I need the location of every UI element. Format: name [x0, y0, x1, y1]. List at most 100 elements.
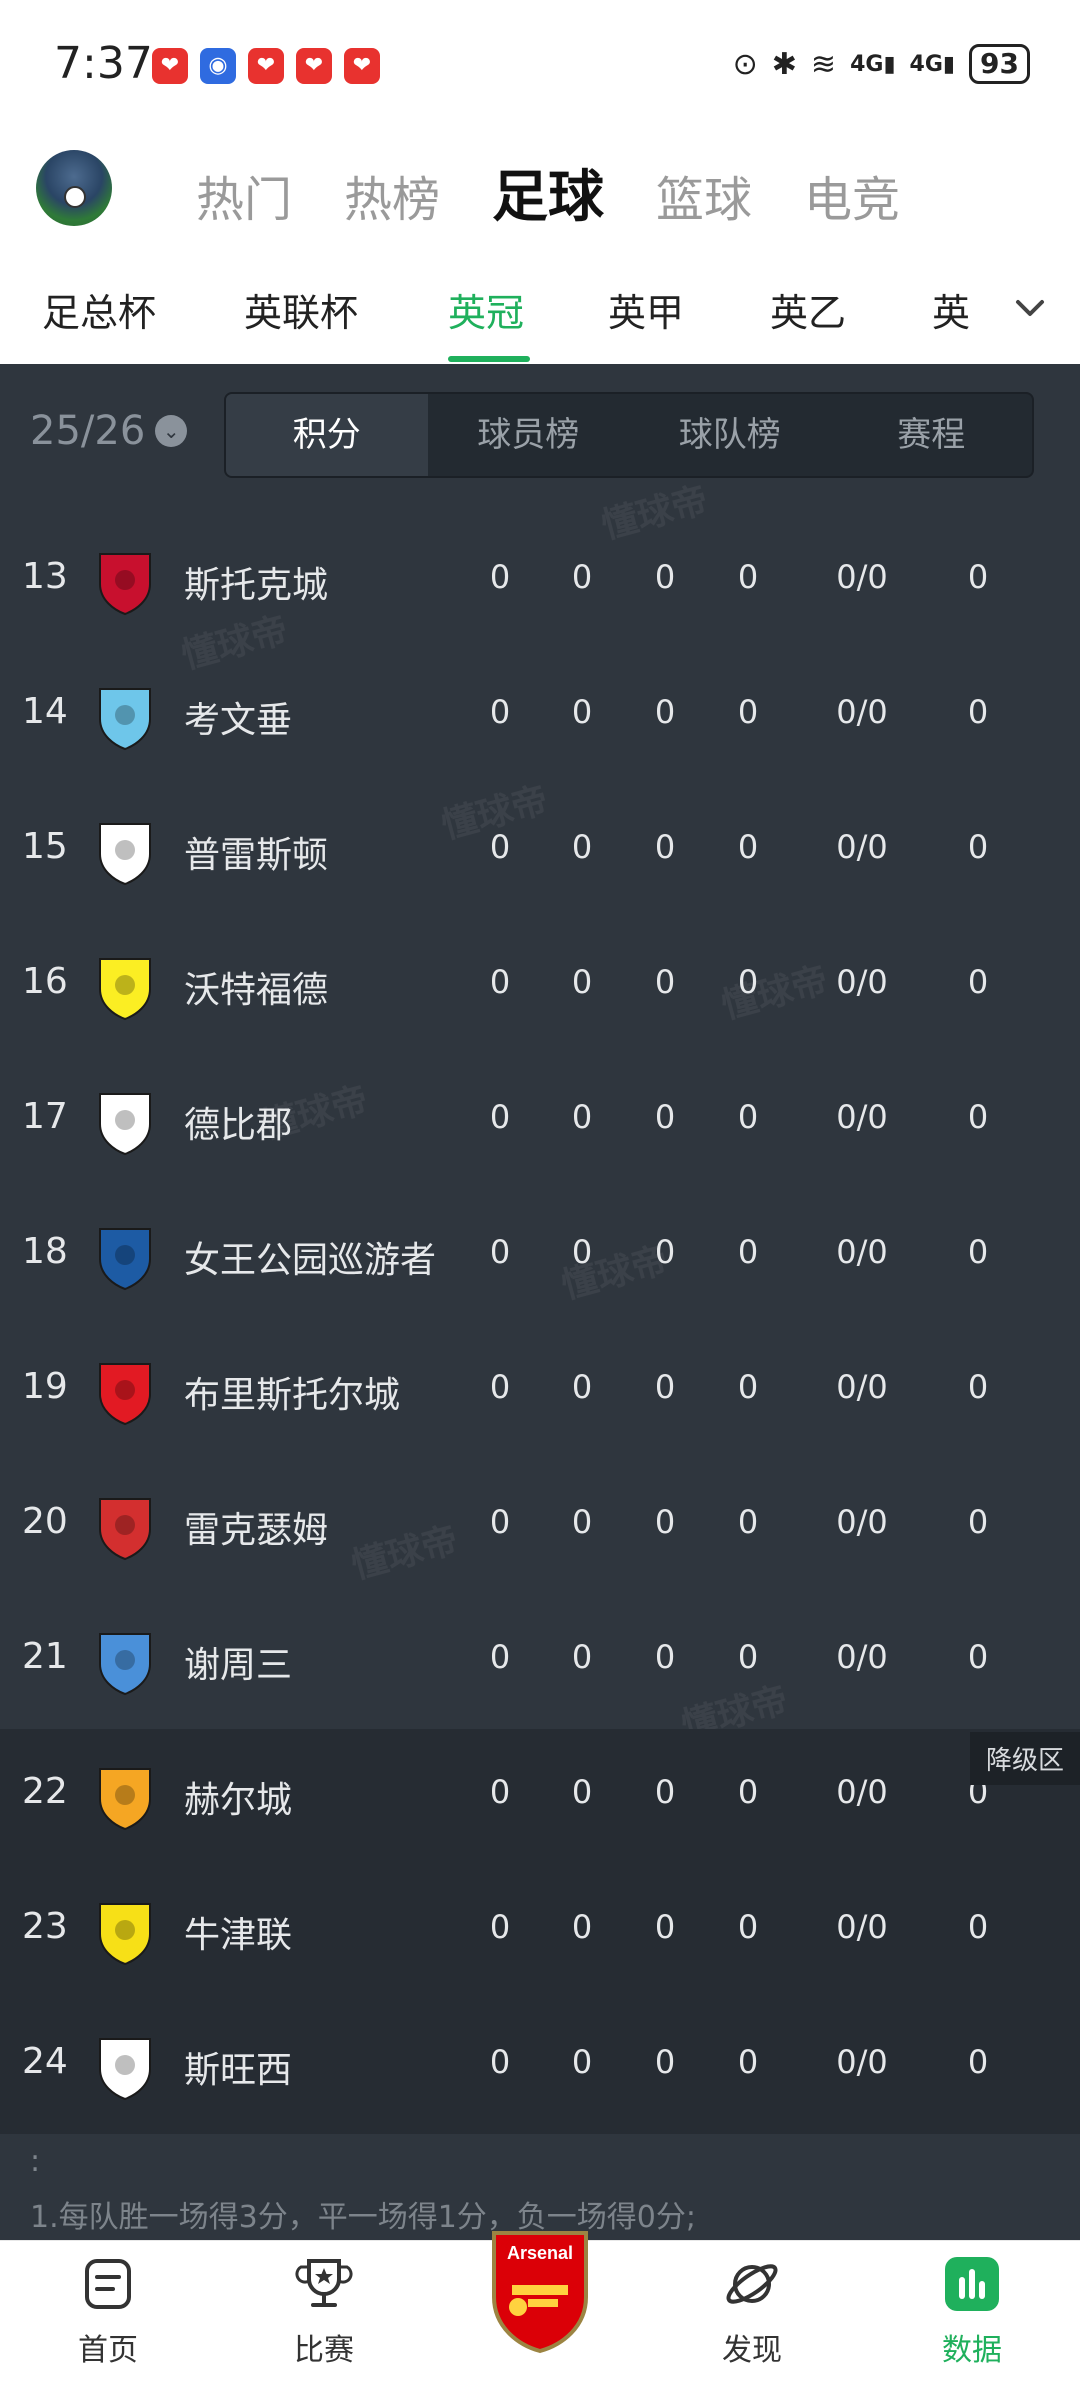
app-notification-icon: ❤	[344, 48, 380, 84]
table-row[interactable]: 17 德比郡 0 0 0 0 0/0 0	[0, 1054, 1080, 1189]
stat-pts: 0	[967, 2043, 989, 2081]
segment-team-rank[interactable]: 球队榜	[629, 394, 831, 476]
team-crest-icon	[99, 1633, 151, 1696]
table-row[interactable]: 22 赫尔城 0 0 0 0 0/0 0	[0, 1729, 1080, 1864]
stat-p: 0	[489, 963, 511, 1001]
stat-goals: 0/0	[836, 1098, 888, 1136]
rank-number: 19	[22, 1366, 68, 1407]
team-crest-icon	[99, 553, 151, 616]
avatar[interactable]	[36, 150, 112, 226]
nav-home[interactable]: 首页	[48, 2253, 168, 2369]
league-tab-fa-cup[interactable]: 足总杯	[42, 282, 156, 337]
stat-p: 0	[489, 693, 511, 731]
table-row[interactable]: 20 雷克瑟姆 0 0 0 0 0/0 0	[0, 1459, 1080, 1594]
stat-d: 0	[654, 1368, 676, 1406]
stat-goals: 0/0	[836, 963, 888, 1001]
segment-control: 积分 球员榜 球队榜 赛程	[224, 392, 1034, 478]
segment-player-rank[interactable]: 球员榜	[428, 394, 630, 476]
stat-p: 0	[489, 828, 511, 866]
trophy-icon	[295, 2259, 353, 2307]
relegation-zone-tag: 降级区	[969, 1732, 1080, 1785]
stat-p: 0	[489, 558, 511, 596]
stat-goals: 0/0	[836, 2043, 888, 2081]
league-tab-efl-cup[interactable]: 英联杯	[244, 282, 358, 337]
home-icon	[85, 2259, 131, 2309]
nav-matches[interactable]: 比赛	[264, 2253, 384, 2369]
rank-number: 20	[22, 1501, 68, 1542]
team-crest-icon	[99, 1903, 151, 1966]
standings-panel: 25/26 ⌄ 积分 球员榜 球队榜 赛程 懂球帝 懂球帝 懂球帝 懂球帝 懂球…	[0, 364, 1080, 2240]
team-name: 沃特福德	[184, 970, 329, 1011]
stat-w: 0	[571, 1368, 593, 1406]
stat-l: 0	[737, 1503, 759, 1541]
planet-icon	[726, 2264, 778, 2304]
bluetooth-icon: ✱	[771, 46, 797, 82]
stat-d: 0	[654, 1638, 676, 1676]
arsenal-crest-button[interactable]: Arsenal	[488, 2227, 592, 2355]
stat-d: 0	[654, 1773, 676, 1811]
stat-goals: 0/0	[836, 1638, 888, 1676]
stat-pts: 0	[967, 558, 989, 596]
stat-l: 0	[737, 1773, 759, 1811]
league-tab-championship[interactable]: 英冠	[448, 282, 524, 337]
stat-w: 0	[571, 828, 593, 866]
app-notification-icon: ❤	[248, 48, 284, 84]
nav-discover[interactable]: 发现	[692, 2253, 812, 2369]
table-row[interactable]: 13 斯托克城 0 0 0 0 0/0 0	[0, 514, 1080, 649]
team-name: 谢周三	[184, 1645, 293, 1686]
tab-hot[interactable]: 热门	[196, 160, 292, 230]
league-tab-league-two[interactable]: 英乙	[770, 282, 846, 337]
vowifi-icon: ⊙	[732, 46, 758, 82]
tab-trending[interactable]: 热榜	[344, 160, 440, 230]
tab-esports[interactable]: 电竞	[804, 160, 900, 230]
tab-football[interactable]: 足球	[492, 152, 604, 233]
stat-w: 0	[571, 1503, 593, 1541]
bar-chart-icon	[945, 2257, 999, 2311]
stat-goals: 0/0	[836, 693, 888, 731]
stat-goals: 0/0	[836, 828, 888, 866]
stat-pts: 0	[967, 828, 989, 866]
rules-legend: : 1.每队胜一场得3分，平一场得1分，负一场得0分;	[0, 2134, 1080, 2240]
table-row[interactable]: 24 斯旺西 0 0 0 0 0/0 0	[0, 1999, 1080, 2134]
team-name: 普雷斯顿	[184, 835, 329, 876]
rank-number: 24	[22, 2041, 68, 2082]
team-name: 赫尔城	[184, 1780, 293, 1821]
segment-schedule[interactable]: 赛程	[831, 394, 1033, 476]
stat-goals: 0/0	[836, 1908, 888, 1946]
rank-number: 13	[22, 556, 68, 597]
stat-goals: 0/0	[836, 558, 888, 596]
stat-p: 0	[489, 1368, 511, 1406]
stat-pts: 0	[967, 1368, 989, 1406]
league-tab-more[interactable]: 英	[932, 282, 982, 337]
table-row[interactable]: 19 布里斯托尔城 0 0 0 0 0/0 0	[0, 1324, 1080, 1459]
signal-icon: 4G▮	[850, 51, 896, 77]
league-tab-league-one[interactable]: 英甲	[608, 282, 684, 337]
stat-d: 0	[654, 1233, 676, 1271]
chevron-down-icon[interactable]	[1010, 288, 1050, 328]
rank-number: 22	[22, 1771, 68, 1812]
stat-w: 0	[571, 1233, 593, 1271]
nav-data[interactable]: 数据	[912, 2253, 1032, 2369]
table-row[interactable]: 15 普雷斯顿 0 0 0 0 0/0 0	[0, 784, 1080, 919]
table-row[interactable]: 16 沃特福德 0 0 0 0 0/0 0	[0, 919, 1080, 1054]
segment-standings[interactable]: 积分	[226, 394, 428, 476]
status-right: ⊙ ✱ ≋ 4G▮ 4G▮ 93	[733, 44, 1030, 84]
league-tabs: 足总杯 英联杯 英冠 英甲 英乙 英	[0, 250, 1080, 364]
table-row[interactable]: 23 牛津联 0 0 0 0 0/0 0	[0, 1864, 1080, 1999]
table-row[interactable]: 18 女王公园巡游者 0 0 0 0 0/0 0	[0, 1189, 1080, 1324]
table-row[interactable]: 14 考文垂 0 0 0 0 0/0 0	[0, 649, 1080, 784]
stat-l: 0	[737, 1368, 759, 1406]
season-selector[interactable]: 25/26 ⌄	[30, 408, 188, 454]
stat-w: 0	[571, 1908, 593, 1946]
stat-w: 0	[571, 1638, 593, 1676]
stat-p: 0	[489, 2043, 511, 2081]
team-crest-icon	[99, 1363, 151, 1426]
table-row[interactable]: 21 谢周三 0 0 0 0 0/0 0	[0, 1594, 1080, 1729]
team-crest-icon	[99, 1768, 151, 1831]
tab-basketball[interactable]: 篮球	[656, 160, 752, 230]
stat-pts: 0	[967, 1638, 989, 1676]
stat-d: 0	[654, 2043, 676, 2081]
top-header: 热门 热榜 足球 篮球 电竞	[0, 130, 1080, 250]
team-name: 雷克瑟姆	[184, 1510, 329, 1551]
team-crest-icon	[99, 823, 151, 886]
